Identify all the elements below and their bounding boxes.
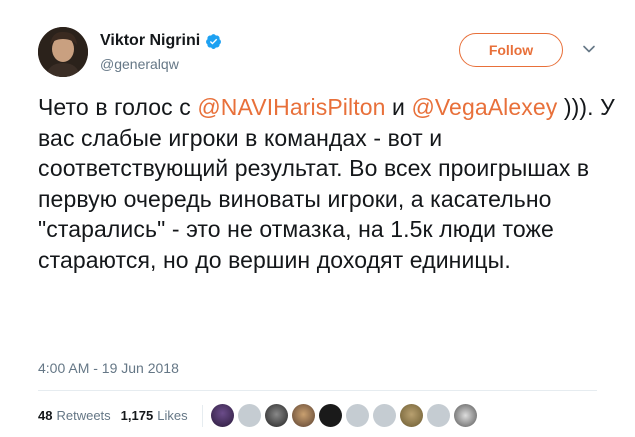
likes-stat[interactable]: 1,175 Likes [121, 408, 188, 423]
likers-avatars [210, 404, 477, 427]
likes-label: Likes [157, 408, 188, 423]
divider [201, 404, 203, 427]
liker-avatar[interactable] [210, 404, 234, 427]
chevron-down-icon[interactable] [582, 42, 596, 56]
follow-button[interactable]: Follow [459, 33, 563, 67]
liker-avatar[interactable] [372, 404, 396, 427]
tweet-text: Чето в голос с @NAVIHarisPilton и @VegaA… [38, 92, 618, 275]
liker-avatar[interactable] [291, 404, 315, 427]
retweets-count: 48 [38, 408, 53, 423]
liker-avatar[interactable] [237, 404, 261, 427]
tweet-stats: 48 Retweets 1,175 Likes [38, 404, 477, 427]
divider [38, 390, 597, 391]
author-handle[interactable]: @generalqw [100, 56, 179, 72]
tweet-text-segment: и [385, 94, 412, 120]
mention-link-navi[interactable]: @NAVIHarisPilton [197, 94, 385, 120]
retweets-label: Retweets [56, 408, 111, 423]
tweet-text-segment: Чето в голос с [38, 94, 198, 120]
liker-avatar[interactable] [399, 404, 423, 427]
liker-avatar[interactable] [345, 404, 369, 427]
tweet-text-segment: ))). У вас слабые игроки в командах - во… [38, 94, 615, 273]
liker-avatar[interactable] [426, 404, 450, 427]
liker-avatar[interactable] [264, 404, 288, 427]
avatar-portrait [38, 27, 88, 77]
mention-link-vega[interactable]: @VegaAlexey [411, 94, 557, 120]
liker-avatar[interactable] [453, 404, 477, 427]
tweet-timestamp[interactable]: 4:00 AM - 19 Jun 2018 [38, 360, 179, 376]
liker-avatar[interactable] [318, 404, 342, 427]
retweets-stat[interactable]: 48 Retweets [38, 408, 111, 423]
author-avatar[interactable] [38, 27, 88, 77]
likes-count: 1,175 [120, 408, 154, 423]
verified-badge-icon [206, 33, 222, 49]
author-display-name[interactable]: Viktor Nigrini [100, 32, 200, 50]
